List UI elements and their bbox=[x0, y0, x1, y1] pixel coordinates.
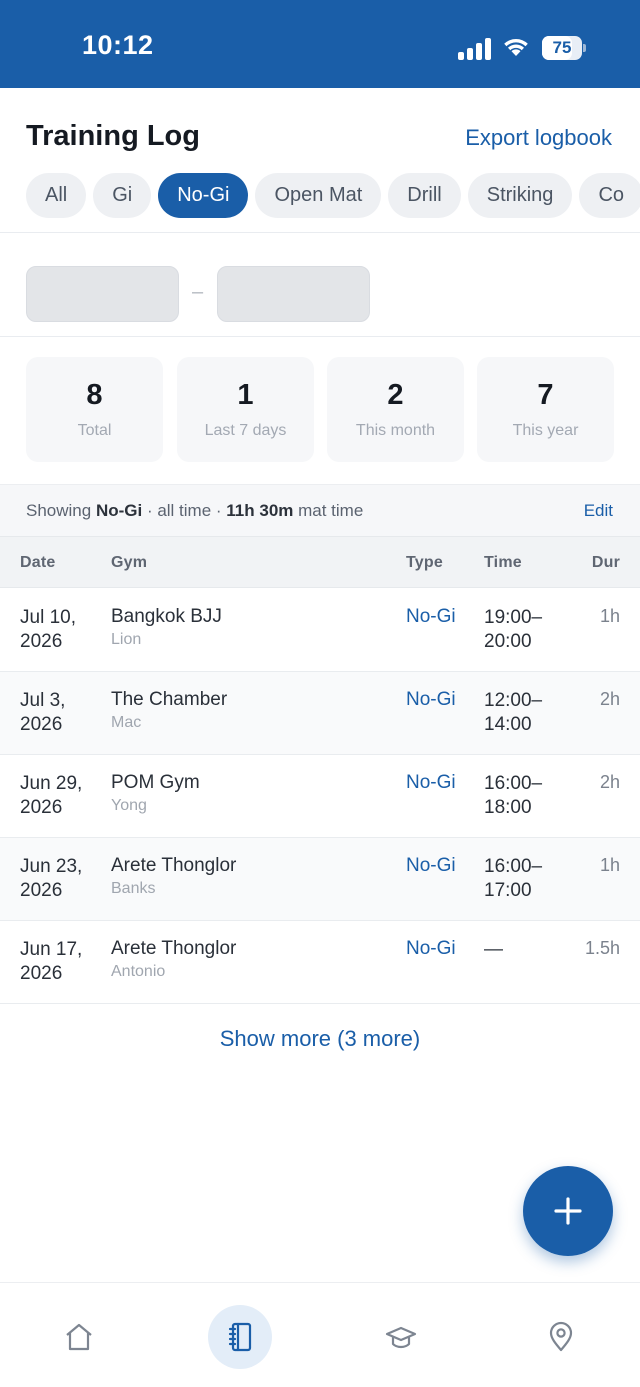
edit-filter-link[interactable]: Edit bbox=[584, 501, 613, 521]
column-header-dur[interactable]: Dur bbox=[592, 554, 620, 572]
status-time: 10:12 bbox=[82, 30, 154, 60]
row-type: No-Gi bbox=[406, 772, 456, 793]
stat-card-last-7-days: 1 Last 7 days bbox=[177, 357, 314, 462]
filter-chip-open-mat[interactable]: Open Mat bbox=[255, 173, 382, 218]
table-row[interactable]: Jun 17, 2026 Arete Thonglor Antonio No-G… bbox=[0, 921, 640, 1004]
show-more-button[interactable]: Show more (3 more) bbox=[0, 1026, 640, 1052]
row-type: No-Gi bbox=[406, 938, 456, 959]
stat-label: Total bbox=[77, 422, 112, 439]
row-time: 16:00–18:00 bbox=[484, 773, 543, 818]
divider bbox=[0, 232, 640, 233]
table-row[interactable]: Jul 10, 2026 Bangkok BJJ Lion No-Gi 19:0… bbox=[0, 589, 640, 672]
cellular-signal-icon bbox=[458, 38, 492, 60]
filter-summary: Showing No-Gi · all time · 11h 30m mat t… bbox=[0, 484, 640, 536]
graduation-cap-icon bbox=[385, 1326, 417, 1349]
column-header-time[interactable]: Time bbox=[484, 554, 522, 572]
logbook-icon bbox=[228, 1322, 252, 1352]
nav-logbook[interactable] bbox=[208, 1305, 272, 1369]
row-time: 16:00–17:00 bbox=[484, 856, 543, 901]
row-coach: Yong bbox=[111, 797, 147, 814]
stat-value: 2 bbox=[387, 379, 404, 411]
map-pin-icon bbox=[549, 1321, 573, 1352]
filter-chip-all[interactable]: All bbox=[26, 173, 87, 218]
battery-level: 75 bbox=[552, 38, 572, 57]
stat-label: This month bbox=[355, 422, 436, 439]
row-time: 19:00–20:00 bbox=[484, 607, 543, 652]
row-date: Jun 29, 2026 bbox=[20, 773, 83, 818]
wifi-icon bbox=[504, 39, 528, 56]
row-coach: Lion bbox=[111, 631, 142, 648]
training-log-screen: 10:12 75 Training Log Export logbook All… bbox=[0, 0, 640, 1387]
row-coach: Mac bbox=[111, 714, 142, 731]
row-type: No-Gi bbox=[406, 855, 456, 876]
battery-icon: 75 bbox=[542, 36, 586, 60]
table-row[interactable]: Jul 3, 2026 The Chamber Mac No-Gi 12:00–… bbox=[0, 672, 640, 755]
row-time: 12:00–14:00 bbox=[484, 690, 543, 735]
stat-value: 1 bbox=[237, 379, 254, 411]
end-date-field[interactable] bbox=[217, 266, 370, 322]
row-gym: Bangkok BJJ bbox=[111, 606, 222, 627]
bottom-nav bbox=[0, 1282, 640, 1387]
divider bbox=[0, 336, 640, 337]
row-date: Jul 10, 2026 bbox=[20, 607, 76, 652]
nav-learn[interactable] bbox=[369, 1305, 433, 1369]
row-gym: Arete Thonglor bbox=[111, 938, 237, 959]
table-header: Date Gym Type Time Dur bbox=[0, 536, 640, 588]
column-header-gym[interactable]: Gym bbox=[111, 554, 147, 572]
row-gym: Arete Thonglor bbox=[111, 855, 237, 876]
row-time: — bbox=[484, 939, 503, 960]
row-date: Jun 23, 2026 bbox=[20, 856, 83, 901]
row-type: No-Gi bbox=[406, 689, 456, 710]
row-date: Jun 17, 2026 bbox=[20, 939, 83, 984]
row-duration: 2h bbox=[599, 689, 620, 709]
row-duration: 1h bbox=[599, 855, 620, 875]
date-range-separator: – bbox=[192, 281, 204, 303]
stat-card-this-year: 7 This year bbox=[477, 357, 614, 462]
stat-card-total: 8 Total bbox=[26, 357, 163, 462]
row-type: No-Gi bbox=[406, 606, 456, 627]
row-date: Jul 3, 2026 bbox=[20, 690, 66, 735]
export-logbook-link[interactable]: Export logbook bbox=[465, 125, 612, 151]
column-header-type[interactable]: Type bbox=[406, 554, 443, 572]
home-icon bbox=[66, 1323, 92, 1351]
filter-chip-no-gi[interactable]: No-Gi bbox=[158, 173, 249, 218]
row-gym: The Chamber bbox=[111, 689, 228, 710]
add-session-button[interactable] bbox=[523, 1166, 613, 1256]
filter-chips: All Gi No-Gi Open Mat Drill Striking Co bbox=[26, 173, 640, 219]
stat-card-this-month: 2 This month bbox=[327, 357, 464, 462]
stat-value: 8 bbox=[86, 379, 103, 411]
start-date-field[interactable] bbox=[26, 266, 179, 322]
stat-value: 7 bbox=[537, 379, 554, 411]
page-title: Training Log bbox=[26, 120, 200, 152]
filter-chip-co[interactable]: Co bbox=[579, 173, 640, 218]
summary-mat-time: 11h 30m bbox=[226, 501, 294, 520]
column-header-date[interactable]: Date bbox=[20, 554, 55, 572]
nav-gyms[interactable] bbox=[529, 1305, 593, 1369]
row-duration: 1.5h bbox=[584, 938, 620, 958]
table-row[interactable]: Jun 23, 2026 Arete Thonglor Banks No-Gi … bbox=[0, 838, 640, 921]
status-bar: 10:12 75 bbox=[0, 0, 640, 88]
row-coach: Banks bbox=[111, 880, 156, 897]
row-duration: 2h bbox=[599, 772, 620, 792]
filter-chip-striking[interactable]: Striking bbox=[467, 173, 573, 218]
nav-home[interactable] bbox=[47, 1305, 111, 1369]
summary-filter: No-Gi bbox=[95, 501, 143, 520]
row-coach: Antonio bbox=[111, 963, 166, 980]
summary-text: Showing No-Gi · all time · 11h 30m mat t… bbox=[26, 501, 364, 520]
plus-icon bbox=[554, 1197, 582, 1225]
row-duration: 1h bbox=[599, 606, 620, 626]
stat-label: Last 7 days bbox=[204, 422, 287, 439]
row-gym: POM Gym bbox=[111, 772, 200, 793]
filter-chip-gi[interactable]: Gi bbox=[93, 173, 152, 218]
table-row[interactable]: Jun 29, 2026 POM Gym Yong No-Gi 16:00–18… bbox=[0, 755, 640, 838]
stat-label: This year bbox=[512, 422, 579, 439]
filter-chip-drill[interactable]: Drill bbox=[388, 173, 461, 218]
